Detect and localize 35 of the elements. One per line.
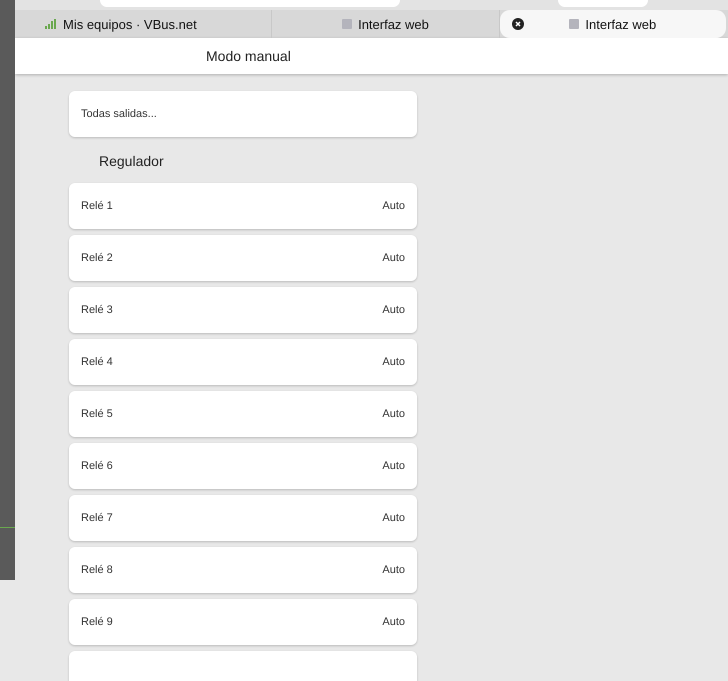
relay-name: Relé 7 [81,512,113,524]
relay-mode: Auto [382,460,405,472]
relay-mode: Auto [382,564,405,576]
relay-row[interactable]: Relé 8 Auto [69,547,417,593]
relay-name: Relé 9 [81,616,113,628]
relay-row[interactable]: Relé 7 Auto [69,495,417,541]
relay-name: Relé 5 [81,408,113,420]
relay-name: Relé 4 [81,356,113,368]
relay-row[interactable]: Relé 6 Auto [69,443,417,489]
relay-name: Relé 8 [81,564,113,576]
relay-name: Relé 2 [81,252,113,264]
section-title: Regulador [99,153,164,169]
favicon-icon [342,19,352,30]
relay-row[interactable]: Relé 4 Auto [69,339,417,385]
relay-mode: Auto [382,512,405,524]
relay-row[interactable]: Relé 3 Auto [69,287,417,333]
relay-row[interactable]: Relé 5 Auto [69,391,417,437]
relay-name: Relé 6 [81,460,113,472]
favicon-icon [569,19,580,30]
page-title: Modo manual [206,48,291,64]
relay-name: Relé 3 [81,304,113,316]
relay-mode: Auto [382,304,405,316]
relay-name: Relé 1 [81,200,113,212]
close-icon[interactable] [512,18,524,30]
relay-row[interactable]: Relé 2 Auto [69,235,417,281]
relay-row[interactable]: Relé 1 Auto [69,183,417,229]
relay-row[interactable]: Relé 9 Auto [69,599,417,645]
relay-mode: Auto [382,200,405,212]
browser-tab[interactable]: Interfaz web [500,10,726,38]
relay-mode: Auto [382,356,405,368]
relay-mode: Auto [382,616,405,628]
relay-mode: Auto [382,252,405,264]
signal-bars-icon [45,19,57,30]
all-outputs-button[interactable]: Todas salidas... [69,91,417,137]
relay-mode: Auto [382,408,405,420]
